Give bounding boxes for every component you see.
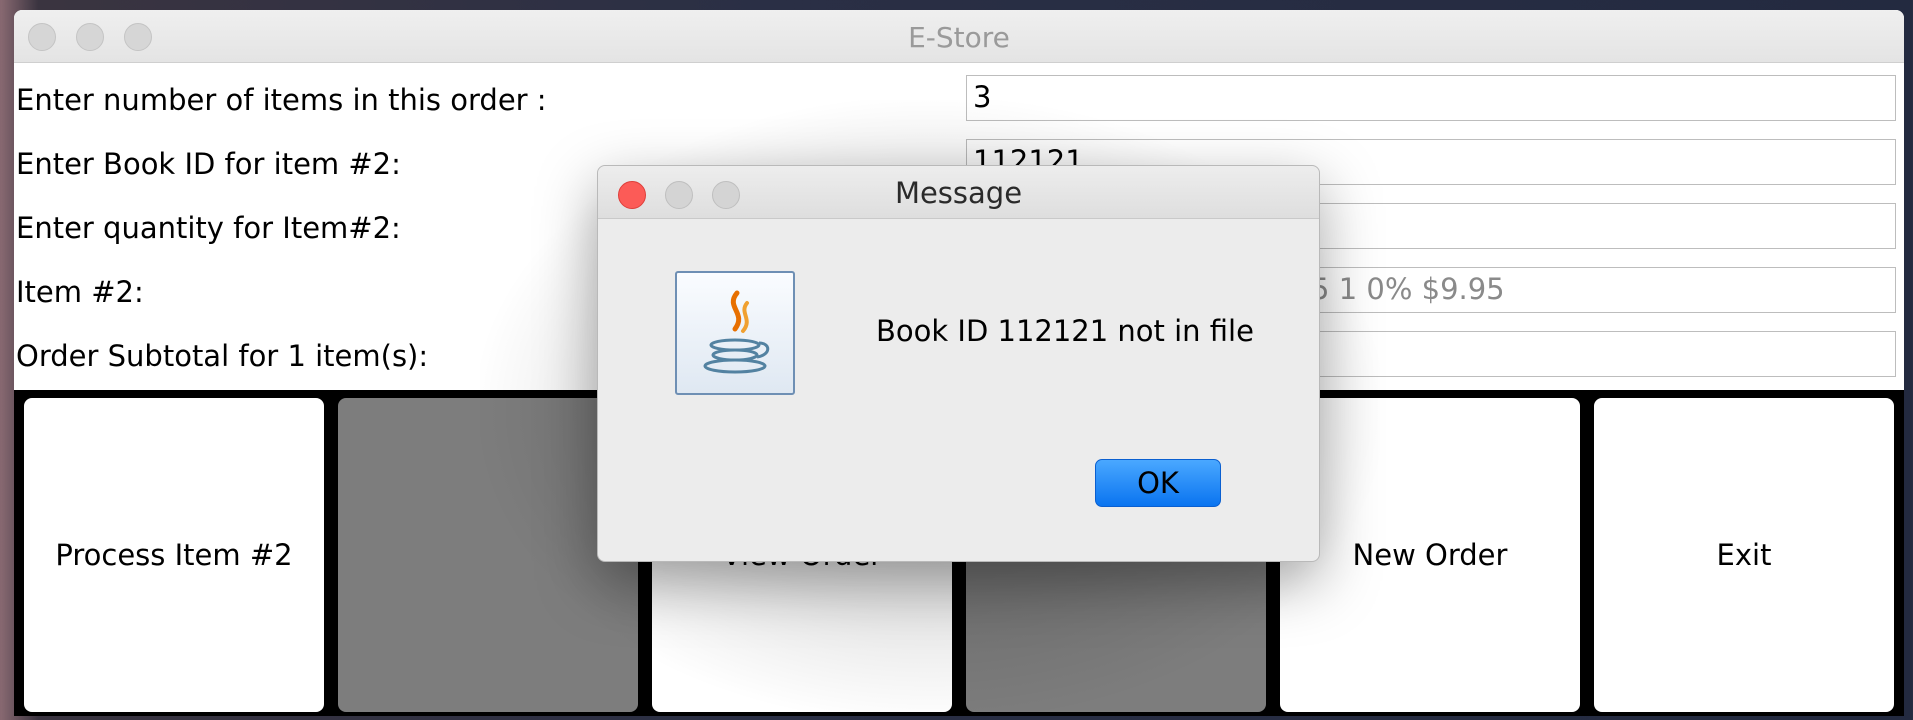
subtotal-label: Order Subtotal for 1 item(s): <box>16 339 429 373</box>
item-info-label: Item #2: <box>16 275 144 309</box>
dialog-titlebar[interactable]: Message <box>598 166 1319 219</box>
form-row-num-items: Enter number of items in this order : 3 <box>14 73 1904 137</box>
message-dialog: Message Book ID 112121 not in file OK <box>597 165 1320 562</box>
num-items-field[interactable]: 3 <box>966 75 1896 121</box>
window-title: E-Store <box>908 21 1010 54</box>
confirm-item-button <box>338 398 638 712</box>
book-id-label: Enter Book ID for item #2: <box>16 147 401 181</box>
num-items-label: Enter number of items in this order : <box>16 83 547 117</box>
window-titlebar[interactable]: E-Store <box>14 10 1904 63</box>
dialog-title: Message <box>894 176 1023 210</box>
dialog-message: Book ID 112121 not in file <box>876 314 1254 348</box>
quantity-label: Enter quantity for Item#2: <box>16 211 401 245</box>
java-icon <box>675 271 795 395</box>
new-order-button[interactable]: New Order <box>1280 398 1580 712</box>
ok-button[interactable]: OK <box>1095 459 1221 507</box>
process-item-button[interactable]: Process Item #2 <box>24 398 324 712</box>
exit-button[interactable]: Exit <box>1594 398 1894 712</box>
